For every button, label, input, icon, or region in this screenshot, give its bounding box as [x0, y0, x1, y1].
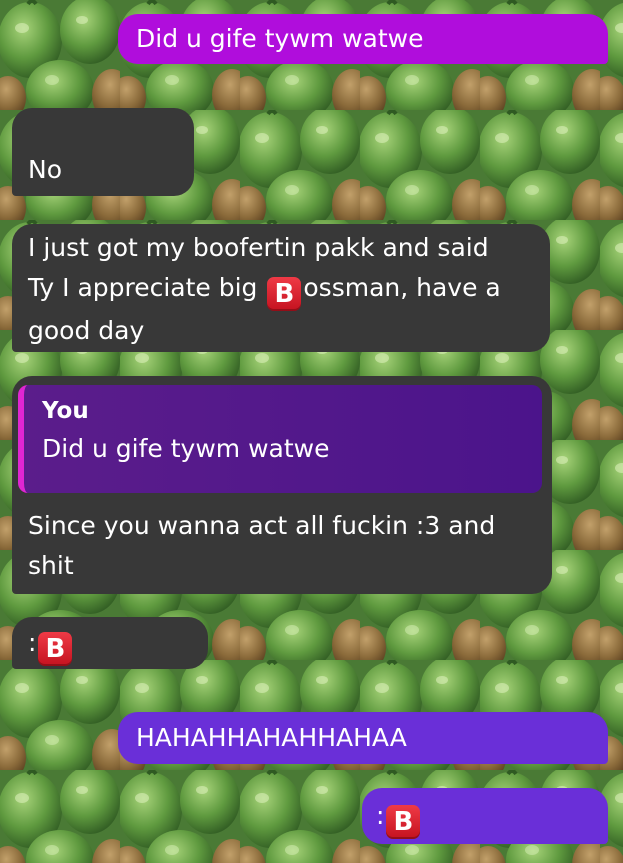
b-button-emoji-icon: B	[267, 277, 302, 311]
message-text: :	[376, 801, 385, 830]
message-text: HAHAHHAHAHHAHAA	[136, 723, 407, 752]
message-bubble-received[interactable]: :B	[12, 617, 208, 669]
message-bubble-sent[interactable]: HAHAHHAHAHHAHAA	[118, 712, 608, 764]
quote-text: Did u gife tywm watwe	[42, 434, 330, 463]
message-text: No	[28, 155, 62, 184]
message-text: Ty I appreciate big	[28, 273, 258, 302]
message-bubble-received[interactable]: I just got my boofertin pakk and said Ty…	[12, 224, 550, 352]
message-text: :	[28, 628, 37, 657]
message-line: shit	[28, 551, 74, 580]
b-button-emoji-icon: B	[38, 632, 73, 666]
b-button-emoji-icon: B	[386, 805, 421, 839]
message-line: Since you wanna act all fuckin :3 and	[28, 511, 496, 540]
message-line: Ty I appreciate big Bossman, have a	[28, 268, 534, 311]
message-bubble-received[interactable]: No	[12, 108, 194, 196]
message-line: I just got my boofertin pakk and said	[28, 233, 489, 262]
message-bubble-sent[interactable]: :B	[362, 788, 608, 844]
message-text: ossman, have a	[303, 273, 501, 302]
quote-author: You	[42, 398, 89, 424]
quoted-message[interactable]: You Did u gife tywm watwe	[18, 385, 542, 493]
message-bubble-sent[interactable]: Did u gife tywm watwe	[118, 14, 608, 64]
message-text: Did u gife tywm watwe	[136, 24, 424, 53]
message-line: good day	[28, 316, 145, 345]
